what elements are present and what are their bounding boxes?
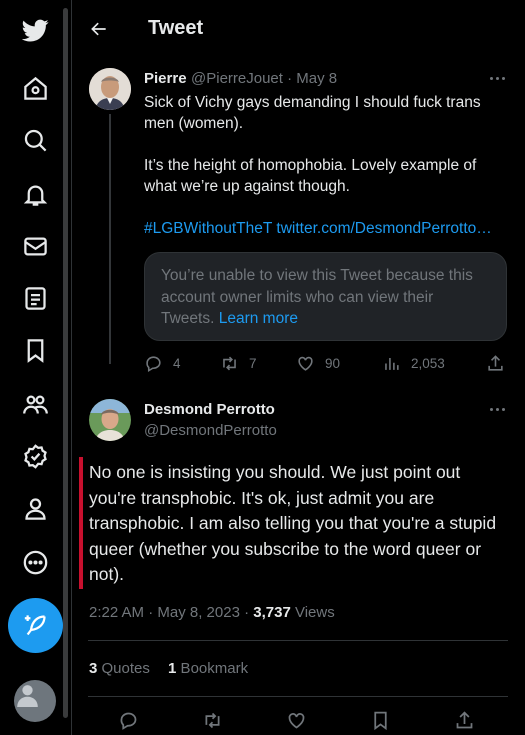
bookmarks-stat[interactable]: 1 Bookmark: [168, 660, 248, 677]
author-name[interactable]: Pierre: [144, 70, 187, 87]
quotes-label: Quotes: [97, 660, 150, 677]
twitter-logo-icon[interactable]: [13, 8, 57, 52]
retweet-icon: [205, 712, 220, 729]
avatar-pierre[interactable]: [89, 68, 131, 110]
reply-icon: [146, 356, 161, 373]
feather-plus-icon: [24, 615, 46, 636]
author-handle[interactable]: @PierreJouet: [191, 70, 283, 87]
reply-button[interactable]: [118, 710, 139, 735]
retweet-button[interactable]: 7: [220, 354, 257, 373]
share-icon: [488, 355, 503, 371]
retweet-button[interactable]: [202, 710, 223, 735]
view-count: 2,053: [411, 356, 445, 371]
views-count: 3,737: [253, 604, 291, 621]
divider: [88, 640, 508, 641]
share-button[interactable]: [486, 354, 505, 373]
communities-icon[interactable]: [13, 382, 57, 426]
verified-badge-icon[interactable]: [13, 434, 57, 478]
notifications-bell-icon[interactable]: [13, 172, 57, 216]
views-label: Views: [290, 604, 335, 621]
unavailable-quote-card: You’re unable to view this Tweet because…: [144, 252, 507, 341]
bookmark-icon: [374, 711, 387, 731]
more-circle-icon[interactable]: [13, 540, 57, 584]
views-button[interactable]: 2,053: [382, 354, 445, 373]
parent-tweet-meta: Pierre @PierreJouet · May 8: [144, 70, 337, 88]
retweet-count: 7: [249, 356, 257, 371]
url-link[interactable]: twitter.com/DesmondPerrotto…: [276, 220, 491, 237]
heart-icon: [298, 356, 313, 371]
tweet-stats: 3 Quotes 1 Bookmark: [89, 660, 248, 677]
explore-search-icon[interactable]: [13, 118, 57, 162]
main-tweet-actions: [118, 710, 478, 732]
author-name[interactable]: Desmond Perrotto: [144, 401, 275, 418]
highlight-annotation-bar: [79, 457, 83, 589]
bookmark-button[interactable]: [370, 710, 391, 735]
bookmarks-label: Bookmark: [176, 660, 249, 677]
more-options-icon[interactable]: [487, 71, 507, 85]
parent-tweet-text: Sick of Vichy gays demanding I should fu…: [144, 92, 509, 239]
account-avatar[interactable]: [14, 680, 56, 722]
compose-tweet-button[interactable]: [8, 598, 63, 653]
parent-tweet-actions: 4 7 90 2,053: [144, 354, 509, 376]
reply-count: 4: [173, 356, 181, 371]
back-arrow-icon[interactable]: [86, 16, 112, 42]
messages-envelope-icon[interactable]: [13, 224, 57, 268]
avatar-desmond[interactable]: [89, 399, 131, 441]
analytics-bars-icon: [385, 357, 399, 370]
header: Tweet: [72, 0, 525, 56]
share-icon: [456, 711, 473, 729]
more-options-icon[interactable]: [487, 402, 507, 416]
like-button[interactable]: [286, 710, 307, 735]
tweet-date[interactable]: May 8: [296, 70, 337, 87]
sidebar: [0, 0, 70, 735]
tweet-links: #LGBWithoutTheT twitter.com/DesmondPerro…: [144, 218, 509, 239]
like-count: 90: [325, 356, 341, 371]
thread-connector-line: [109, 114, 111, 364]
tweet-paragraph: Sick of Vichy gays demanding I should fu…: [144, 94, 481, 132]
author-handle[interactable]: @DesmondPerrotto: [144, 422, 277, 439]
retweet-icon: [223, 356, 236, 371]
unavailable-message: You’re unable to view this Tweet because…: [161, 267, 473, 327]
reply-button[interactable]: 4: [144, 354, 181, 373]
tweet-paragraph: It’s the height of homophobia. Lovely ex…: [144, 157, 477, 195]
page-title: Tweet: [148, 17, 204, 39]
divider: [88, 696, 508, 697]
hashtag-link[interactable]: #LGBWithoutTheT: [144, 220, 272, 237]
main-column: Tweet Pierre @PierreJouet · May 8 Sick o…: [72, 0, 525, 735]
bookmarks-icon[interactable]: [13, 328, 57, 372]
tweet-timestamp: 2:22 AM · May 8, 2023 · 3,737 Views: [89, 604, 335, 621]
home-icon[interactable]: [13, 66, 57, 110]
main-tweet-text: No one is insisting you should. We just …: [89, 462, 497, 584]
share-button[interactable]: [454, 710, 475, 735]
heart-icon: [288, 713, 305, 729]
like-button[interactable]: 90: [296, 354, 340, 373]
reply-icon: [120, 712, 137, 730]
profile-person-icon[interactable]: [13, 486, 57, 530]
lists-icon[interactable]: [13, 276, 57, 320]
meta-separator: ·: [282, 70, 297, 87]
learn-more-link[interactable]: Learn more: [219, 310, 298, 327]
timestamp-text[interactable]: 2:22 AM · May 8, 2023 ·: [89, 604, 253, 621]
quotes-stat[interactable]: 3 Quotes: [89, 660, 150, 677]
scrollbar[interactable]: [63, 8, 68, 718]
